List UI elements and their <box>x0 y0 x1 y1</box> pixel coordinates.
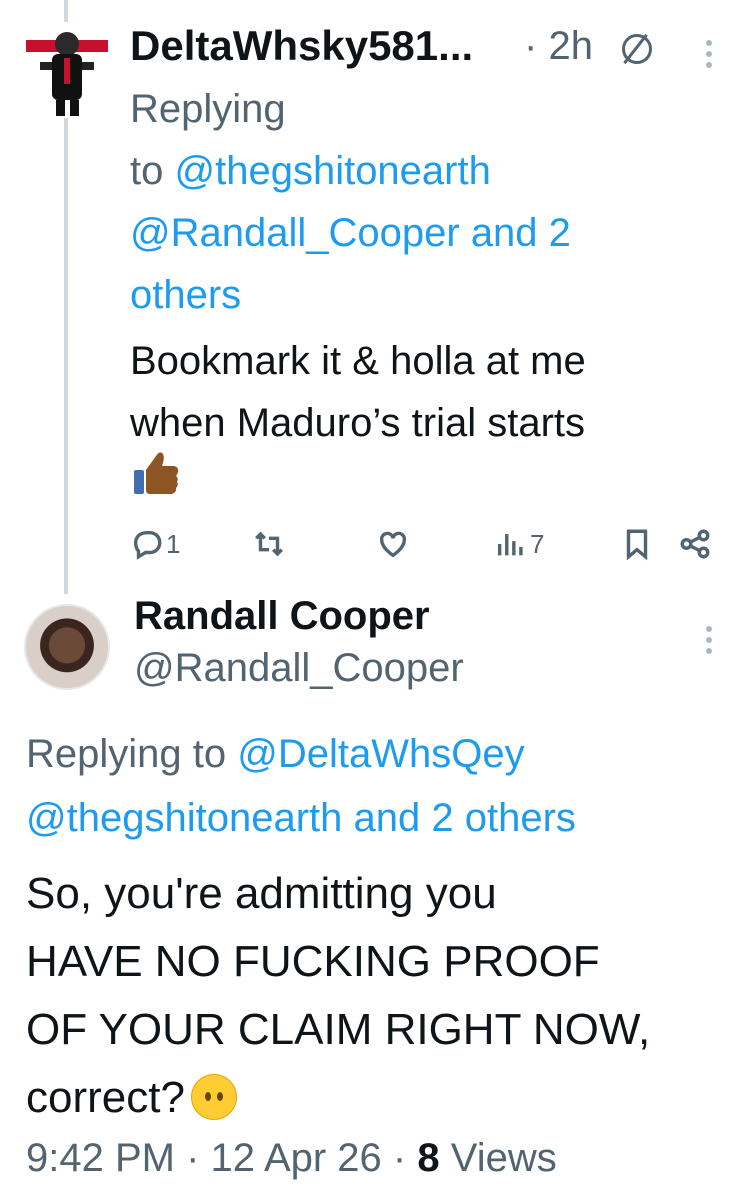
thumbs-up-emoji <box>132 448 180 498</box>
mention-link[interactable]: @DeltaWhsQey <box>237 732 524 776</box>
tweet-text-line: Bookmark it & holla at me <box>130 339 586 383</box>
avatar[interactable] <box>26 22 108 118</box>
separator: · <box>186 1136 200 1180</box>
action-bar: 1 7 <box>130 522 720 566</box>
views-label: Views <box>450 1136 557 1180</box>
tweet-footer: 9:42 PM · 12 Apr 26 · 8 Views <box>26 1136 557 1181</box>
retweet-icon <box>255 531 283 557</box>
others-link[interactable]: others <box>130 273 241 317</box>
bookmark-button[interactable] <box>620 522 654 566</box>
separator: · <box>524 24 538 68</box>
like-button[interactable] <box>376 522 410 566</box>
separator: · <box>392 1136 407 1180</box>
replying-to: Replying to @thegshitonearth @Randall_Co… <box>130 78 690 326</box>
mention-link[interactable]: @thegshitonearth <box>174 149 490 193</box>
views-button[interactable]: 7 <box>494 522 544 566</box>
others-link[interactable]: and 2 <box>471 211 571 255</box>
tweet-time[interactable]: · 2h <box>524 24 593 69</box>
tweet-text-line: HAVE NO FUCKING PROOF <box>26 937 600 986</box>
reply-count: 1 <box>166 528 181 559</box>
views-count: 7 <box>530 528 545 559</box>
replying-to: Replying to @DeltaWhsQey @thegshitoneart… <box>26 722 726 850</box>
time[interactable]: 2h <box>548 24 593 68</box>
tweet-text: So, you're admitting you HAVE NO FUCKING… <box>26 860 726 1132</box>
tweet-timestamp[interactable]: 9:42 PM <box>26 1136 175 1180</box>
tweet-text-line: OF YOUR CLAIM RIGHT NOW, <box>26 1005 651 1054</box>
tweet-date[interactable]: 12 Apr 26 <box>211 1136 382 1180</box>
no-mouth-face-emoji <box>190 1074 237 1120</box>
avatar[interactable] <box>24 604 110 690</box>
tweet-text-line: correct? <box>26 1073 185 1122</box>
reply-icon <box>133 530 162 560</box>
replying-label: Replying to <box>26 732 227 776</box>
display-name[interactable]: Randall Cooper <box>134 594 430 639</box>
mention-link[interactable]: @Randall_Cooper <box>130 211 460 255</box>
user-handle[interactable]: @Randall_Cooper <box>134 646 464 691</box>
bookmark-icon <box>626 529 648 561</box>
more-icon[interactable] <box>706 626 712 659</box>
replying-to-word: to <box>130 149 164 193</box>
views-count: 8 <box>417 1136 440 1180</box>
display-name[interactable]: DeltaWhsky581... <box>130 22 473 70</box>
share-icon <box>680 529 710 559</box>
others-link[interactable]: and 2 others <box>354 796 576 840</box>
mention-link[interactable]: @thegshitonearth <box>26 796 342 840</box>
like-icon <box>379 531 407 558</box>
reply-button[interactable]: 1 <box>130 522 180 566</box>
replying-label: Replying <box>130 87 286 131</box>
tweet-text-line: So, you're admitting you <box>26 869 497 918</box>
circle-slash-icon <box>622 34 652 64</box>
views-icon <box>497 534 523 556</box>
tweet-text: Bookmark it & holla at me when Maduro’s … <box>130 330 710 454</box>
tweet-text-line: when Maduro’s trial starts <box>130 401 585 445</box>
share-button[interactable] <box>678 522 712 566</box>
retweet-button[interactable] <box>252 522 286 566</box>
more-icon[interactable] <box>706 40 712 73</box>
